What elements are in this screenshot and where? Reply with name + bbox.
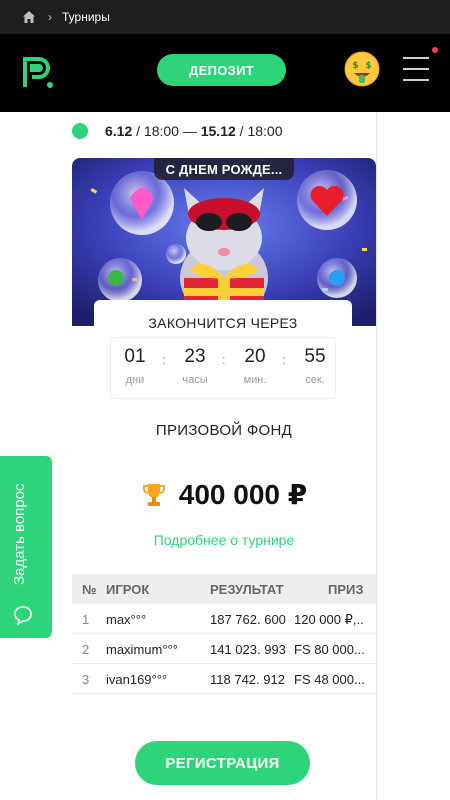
- countdown-hours: 23 часы: [182, 346, 208, 386]
- countdown-title: ЗАКОНЧИТСЯ ЧЕРЕЗ: [148, 315, 298, 331]
- home-icon[interactable]: [22, 10, 36, 24]
- chevron-right-icon: ›: [48, 10, 52, 24]
- trophy-icon: [142, 483, 165, 506]
- ask-question-label: Задать вопрос: [11, 483, 28, 585]
- money-face-emoji-icon[interactable]: $ $: [344, 51, 380, 87]
- date-start: 6.12: [105, 123, 133, 139]
- leaderboard-header: № ИГРОК РЕЗУЛЬТАТ ПРИЗ: [72, 574, 376, 604]
- site-header: ДЕПОЗИТ $ $: [0, 34, 450, 112]
- countdown-timer: 01 дни : 23 часы : 20 мин. : 55 сек.: [110, 337, 336, 399]
- countdown-minutes: 20 мин.: [243, 346, 267, 386]
- col-player: ИГРОК: [106, 582, 150, 597]
- chat-bubble-icon: [14, 606, 32, 626]
- hamburger-menu-icon[interactable]: [403, 57, 429, 81]
- svg-text:$: $: [352, 61, 358, 71]
- table-row: 1 max°°° 187 762. 600 120 000 ₽,..: [72, 604, 376, 634]
- register-button[interactable]: РЕГИСТРАЦИЯ: [135, 741, 310, 785]
- prize-fund-amount: 400 000 ₽: [178, 479, 308, 510]
- card-border: [376, 112, 377, 800]
- col-result: РЕЗУЛЬТАТ: [210, 582, 284, 597]
- breadcrumb-current: Турниры: [62, 10, 110, 24]
- countdown-seconds: 55 сек.: [304, 346, 326, 386]
- col-prize: ПРИЗ: [328, 582, 364, 597]
- notification-dot: [432, 47, 438, 53]
- brand-logo[interactable]: [20, 54, 56, 90]
- svg-text:$: $: [365, 61, 371, 71]
- time-end: / 18:00: [239, 123, 283, 139]
- deposit-button[interactable]: ДЕПОЗИТ: [157, 54, 286, 86]
- table-row: 2 maximum°°° 141 023. 993 FS 80 000...: [72, 634, 376, 664]
- tournament-details-link[interactable]: Подробнее о турнире: [72, 532, 376, 548]
- live-status-dot: [72, 123, 88, 139]
- ask-question-tab[interactable]: Задать вопрос: [0, 456, 52, 638]
- prize-fund: 400 000 ₽: [72, 478, 376, 511]
- breadcrumb: › Турниры: [0, 0, 450, 34]
- col-rank: №: [82, 582, 97, 597]
- prize-fund-label: ПРИЗОВОЙ ФОНД: [155, 422, 293, 439]
- countdown-days: 01 дни: [124, 346, 146, 386]
- time-start: / 18:00 —: [136, 123, 197, 139]
- date-end: 15.12: [200, 123, 236, 139]
- table-row: 3 ivan169°°° 118 742. 912 FS 48 000...: [72, 664, 376, 694]
- tournament-page: › Турниры ДЕПОЗИТ $ $ 6.12 / 18:00 — 15.…: [0, 0, 450, 800]
- countdown-card: ЗАКОНЧИТСЯ ЧЕРЕЗ 01 дни : 23 часы : 20 м…: [94, 300, 352, 412]
- tournament-dates: 6.12 / 18:00 — 15.12 / 18:00: [72, 121, 283, 141]
- banner-title: С ДНЕМ РОЖДЕ...: [154, 158, 294, 180]
